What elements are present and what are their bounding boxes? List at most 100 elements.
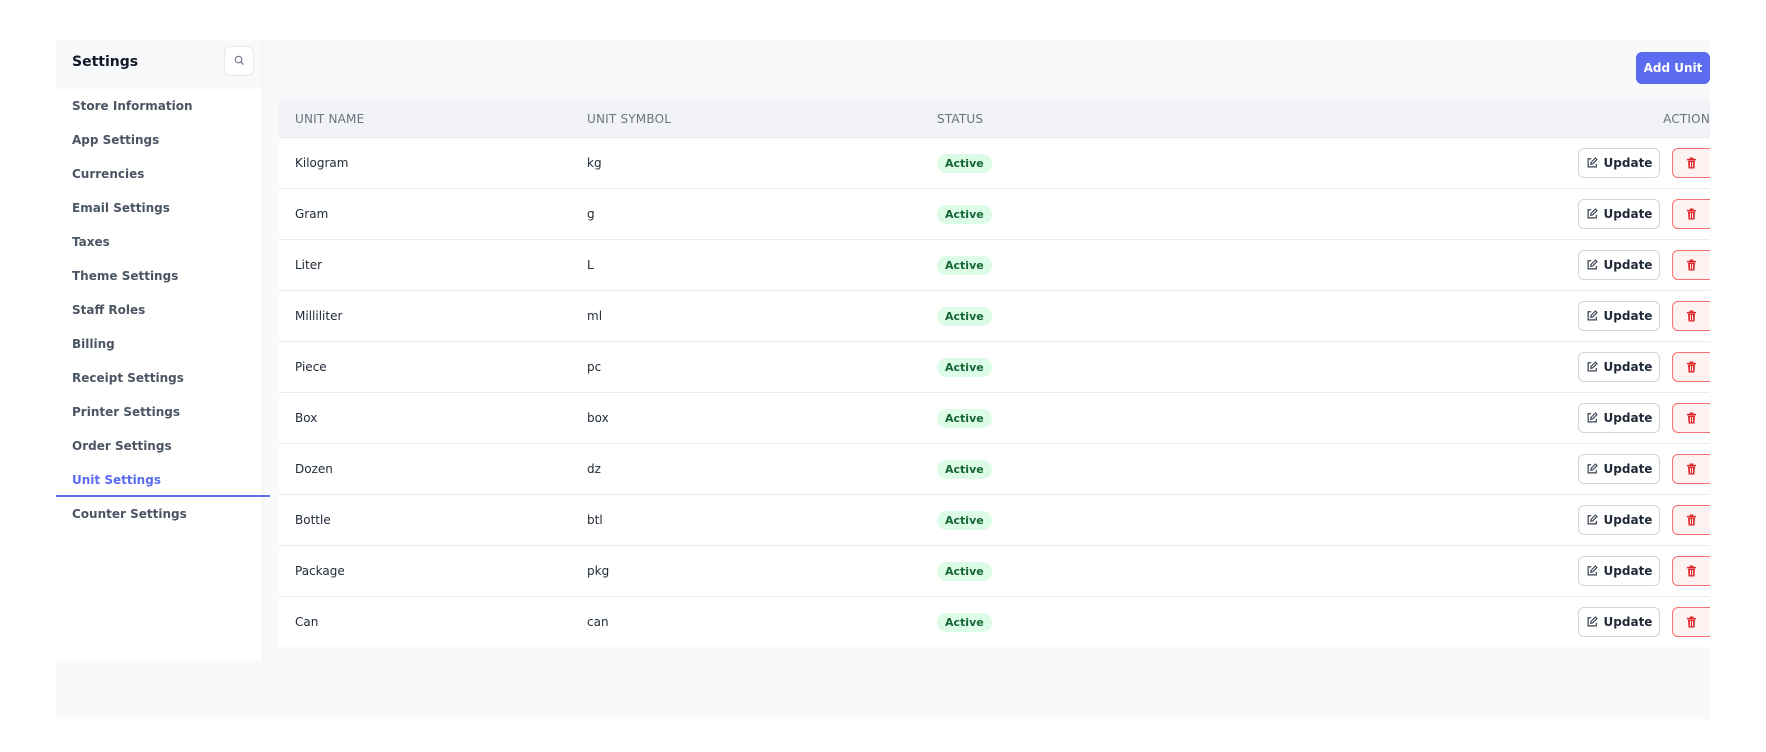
update-label: Update — [1603, 564, 1653, 578]
status-badge: Active — [937, 153, 992, 173]
cell-actions: Update — [1437, 250, 1710, 280]
cell-unit-symbol: g — [587, 207, 595, 221]
sidebar-item-taxes[interactable]: Taxes — [56, 225, 262, 259]
header-status: STATUS — [937, 111, 984, 126]
settings-sidebar: Settings Store Information App Settings Cu… — [56, 40, 270, 660]
update-button[interactable]: Update — [1578, 199, 1660, 229]
sidebar-item-unit-settings[interactable]: Unit Settings — [56, 463, 270, 497]
cell-actions: Update — [1437, 505, 1710, 535]
delete-button[interactable] — [1672, 505, 1710, 535]
sidebar-item-app-settings[interactable]: App Settings — [56, 123, 262, 157]
units-table: UNIT NAME UNIT SYMBOL STATUS ACTION Kilo… — [279, 100, 1710, 647]
delete-button[interactable] — [1672, 607, 1710, 637]
main-content: Add Unit UNIT NAME UNIT SYMBOL STATUS AC… — [263, 40, 1710, 719]
header-unit-symbol: UNIT SYMBOL — [587, 111, 672, 126]
delete-button[interactable] — [1672, 250, 1710, 280]
cell-status: Active — [937, 204, 1437, 224]
cell-status: Active — [937, 408, 1437, 428]
sidebar-item-counter-settings[interactable]: Counter Settings — [56, 497, 262, 531]
cell-actions: Update — [1437, 607, 1710, 637]
update-label: Update — [1603, 615, 1653, 629]
cell-unit-name: Liter — [295, 258, 323, 272]
cell-actions: Update — [1437, 403, 1710, 433]
cell-unit-symbol: ml — [587, 309, 603, 323]
update-button[interactable]: Update — [1578, 403, 1660, 433]
cell-status: Active — [937, 255, 1437, 275]
sidebar-title: Settings — [72, 54, 139, 70]
update-button[interactable]: Update — [1578, 454, 1660, 484]
update-button[interactable]: Update — [1578, 607, 1660, 637]
status-badge: Active — [937, 255, 992, 275]
cell-unit-symbol: pkg — [587, 564, 610, 578]
trash-icon — [1686, 310, 1697, 322]
cell-actions: Update — [1437, 301, 1710, 331]
edit-icon — [1586, 157, 1598, 169]
sidebar-nav: Store Information App Settings Currencies E… — [56, 89, 270, 531]
cell-status: Active — [937, 612, 1437, 632]
update-label: Update — [1603, 156, 1653, 170]
cell-unit-symbol: btl — [587, 513, 603, 527]
trash-icon — [1686, 259, 1697, 271]
update-button[interactable]: Update — [1578, 556, 1660, 586]
table-row: Piece pc Active Update — [279, 341, 1710, 392]
cell-actions: Update — [1437, 454, 1710, 484]
update-label: Update — [1603, 513, 1653, 527]
update-label: Update — [1603, 360, 1653, 374]
delete-button[interactable] — [1672, 556, 1710, 586]
delete-button[interactable] — [1672, 199, 1710, 229]
update-button[interactable]: Update — [1578, 352, 1660, 382]
delete-button[interactable] — [1672, 148, 1710, 178]
cell-status: Active — [937, 459, 1437, 479]
status-badge: Active — [937, 459, 992, 479]
cell-status: Active — [937, 153, 1437, 173]
cell-unit-name: Can — [295, 615, 319, 629]
cell-unit-name: Package — [295, 564, 345, 578]
update-label: Update — [1603, 462, 1653, 476]
cell-unit-symbol: box — [587, 411, 609, 425]
sidebar-item-staff-roles[interactable]: Staff Roles — [56, 293, 262, 327]
edit-icon — [1586, 514, 1598, 526]
sidebar-item-receipt-settings[interactable]: Receipt Settings — [56, 361, 262, 395]
sidebar-item-billing[interactable]: Billing — [56, 327, 262, 361]
update-label: Update — [1603, 411, 1653, 425]
sidebar-item-email-settings[interactable]: Email Settings — [56, 191, 262, 225]
status-badge: Active — [937, 408, 992, 428]
sidebar-item-store-information[interactable]: Store Information — [56, 89, 262, 123]
edit-icon — [1586, 259, 1598, 271]
delete-button[interactable] — [1672, 301, 1710, 331]
cell-status: Active — [937, 306, 1437, 326]
cell-unit-name: Gram — [295, 207, 329, 221]
table-row: Box box Active Update — [279, 392, 1710, 443]
trash-icon — [1686, 616, 1697, 628]
edit-icon — [1586, 208, 1598, 220]
cell-actions: Update — [1437, 352, 1710, 382]
delete-button[interactable] — [1672, 352, 1710, 382]
update-label: Update — [1603, 258, 1653, 272]
add-unit-button[interactable]: Add Unit — [1636, 52, 1710, 84]
table-row: Bottle btl Active Update — [279, 494, 1710, 545]
update-button[interactable]: Update — [1578, 301, 1660, 331]
update-button[interactable]: Update — [1578, 505, 1660, 535]
update-label: Update — [1603, 309, 1653, 323]
cell-status: Active — [937, 357, 1437, 377]
status-badge: Active — [937, 561, 992, 581]
trash-icon — [1686, 157, 1697, 169]
cell-actions: Update — [1437, 148, 1710, 178]
delete-button[interactable] — [1672, 454, 1710, 484]
table-body: Kilogram kg Active Update Gram g Active Update L… — [279, 137, 1710, 647]
search-icon — [234, 54, 245, 69]
sidebar-item-currencies[interactable]: Currencies — [56, 157, 262, 191]
status-badge: Active — [937, 510, 992, 530]
update-button[interactable]: Update — [1578, 148, 1660, 178]
trash-icon — [1686, 361, 1697, 373]
cell-status: Active — [937, 510, 1437, 530]
status-badge: Active — [937, 306, 992, 326]
edit-icon — [1586, 412, 1598, 424]
sidebar-item-printer-settings[interactable]: Printer Settings — [56, 395, 262, 429]
sidebar-search-button[interactable] — [224, 46, 254, 76]
sidebar-item-theme-settings[interactable]: Theme Settings — [56, 259, 262, 293]
cell-unit-symbol: L — [587, 258, 594, 272]
sidebar-item-order-settings[interactable]: Order Settings — [56, 429, 262, 463]
delete-button[interactable] — [1672, 403, 1710, 433]
update-button[interactable]: Update — [1578, 250, 1660, 280]
